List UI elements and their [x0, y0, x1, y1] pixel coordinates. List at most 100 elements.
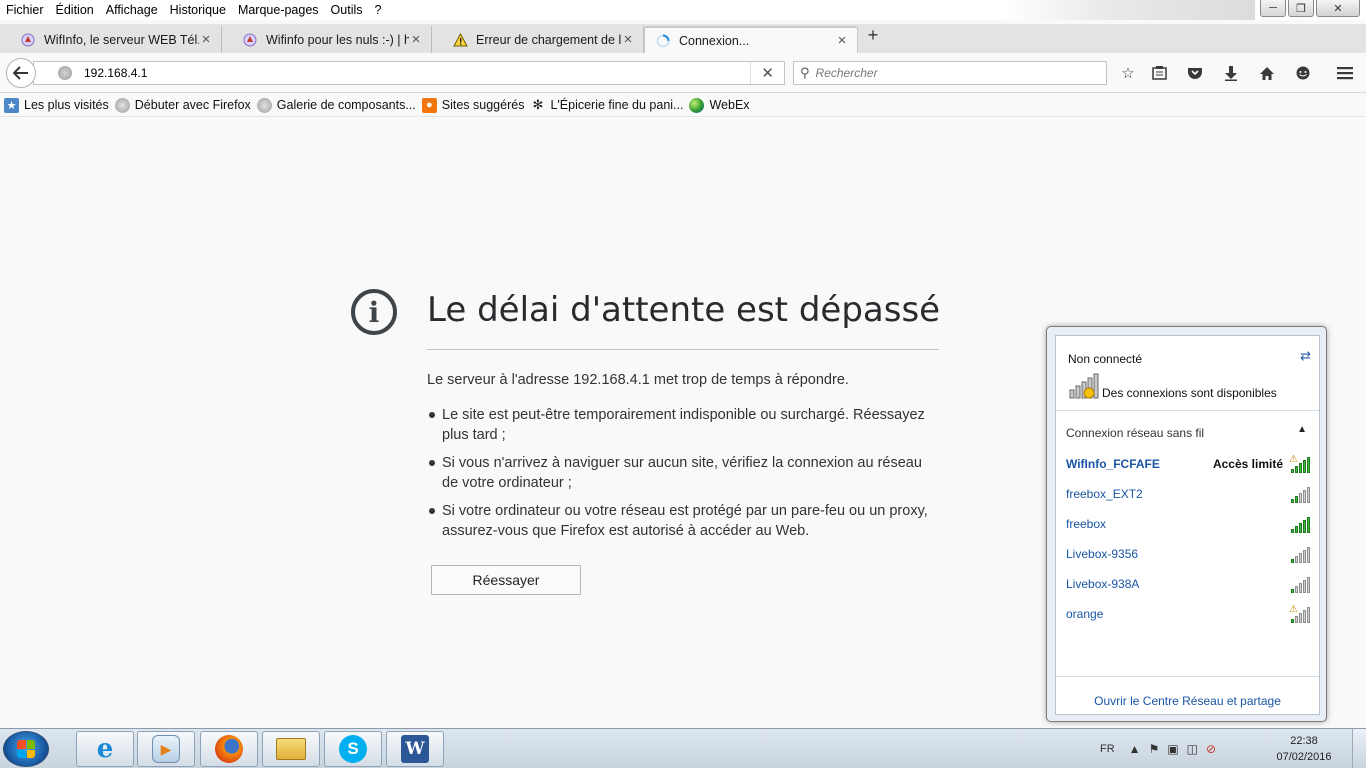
wifi-network-1[interactable]: freebox_EXT2: [1066, 482, 1311, 506]
menu-historique[interactable]: Historique: [164, 3, 232, 17]
tab-wifinfo-nuls[interactable]: Wifinfo pour les nuls :-) | h... ×: [222, 26, 432, 53]
error-title: Le délai d'attente est dépassé: [427, 290, 941, 330]
downloads-icon[interactable]: [1220, 63, 1242, 83]
tab-label: WifInfo, le serveur WEB Tél...: [44, 32, 199, 47]
info-icon: i: [351, 289, 397, 335]
warning-shield-icon: ⚠: [1289, 604, 1298, 615]
start-button[interactable]: [3, 731, 49, 767]
menu-marque-pages[interactable]: Marque-pages: [232, 3, 325, 17]
refresh-networks-icon[interactable]: ⇄: [1300, 348, 1311, 364]
clock-time: 22:38: [1290, 735, 1318, 747]
epicerie-favicon: ✻: [532, 97, 544, 112]
bookmarks-menu-icon[interactable]: [1148, 63, 1170, 83]
search-bar[interactable]: ⚲ Rechercher: [793, 61, 1107, 85]
minimize-icon: ─: [1269, 2, 1277, 14]
connection-status: Non connecté: [1068, 352, 1143, 366]
menu-aide[interactable]: ?: [369, 3, 388, 17]
wifi-flyout: Non connecté ⇄ Des connexions sont dispo…: [1046, 326, 1327, 722]
wifi-network-5[interactable]: orange ⚠: [1066, 602, 1311, 626]
network-name: freebox_EXT2: [1066, 487, 1143, 501]
open-network-center-link[interactable]: Ouvrir le Centre Réseau et partage: [1056, 694, 1319, 708]
menu-edition[interactable]: Édition: [50, 3, 100, 17]
globe-icon: [114, 97, 130, 113]
site-identity-icon[interactable]: [58, 66, 72, 80]
tab-wifinfo-serveur[interactable]: WifInfo, le serveur WEB Tél... ×: [0, 26, 222, 53]
taskbar-media-player[interactable]: ▶: [137, 731, 195, 767]
signal-strength-icon: [1289, 544, 1311, 564]
bookmark-les-plus-visites[interactable]: ★ Les plus visités: [4, 97, 109, 113]
new-tab-button[interactable]: +: [862, 25, 884, 46]
stop-icon[interactable]: ✕: [761, 64, 774, 82]
taskbar-skype[interactable]: S: [324, 731, 382, 767]
bookmark-galerie-composants[interactable]: Galerie de composants...: [256, 97, 416, 113]
language-indicator[interactable]: FR: [1100, 743, 1115, 755]
pocket-icon[interactable]: [1184, 63, 1206, 83]
url-text[interactable]: 192.168.4.1: [84, 66, 750, 80]
bookmark-webex[interactable]: WebEx: [689, 97, 750, 113]
signal-strength-icon: ⚠: [1289, 454, 1311, 474]
signal-strength-icon: [1289, 574, 1311, 594]
tab-strip: WifInfo, le serveur WEB Tél... × Wifinfo…: [0, 24, 1366, 53]
suggestion-item: Le site est peut-être temporairement ind…: [427, 405, 942, 445]
menu-outils[interactable]: Outils: [325, 3, 369, 17]
hello-chat-icon[interactable]: [1292, 63, 1314, 83]
bookmark-debuter-firefox[interactable]: Débuter avec Firefox: [114, 97, 251, 113]
network-name: Livebox-938A: [1066, 577, 1140, 591]
network-tray-icon[interactable]: ⊘: [1206, 742, 1216, 756]
home-icon[interactable]: [1256, 63, 1278, 83]
divider: [427, 349, 939, 350]
restore-button[interactable]: ❐: [1288, 0, 1314, 17]
taskbar: e ▶ S W FR ▲ ⚑ ▣ ◫ ⊘ 22:38 07/02/2016: [0, 728, 1366, 768]
display-icon[interactable]: ▣: [1167, 742, 1178, 756]
collapse-chevron-icon[interactable]: ▲: [1297, 424, 1307, 435]
network-name: Livebox-9356: [1066, 547, 1139, 561]
action-center-flag-icon[interactable]: ⚑: [1149, 742, 1160, 756]
tab-close-icon[interactable]: ×: [835, 32, 849, 49]
menu-fichier[interactable]: Fichier: [0, 3, 50, 17]
wifi-network-2[interactable]: freebox: [1066, 512, 1311, 536]
navigation-bar: 192.168.4.1 ✕ ⚲ Rechercher ☆: [0, 53, 1366, 93]
webex-icon: [689, 97, 705, 113]
bookmark-folder-icon: ★: [4, 97, 19, 113]
taskbar-internet-explorer[interactable]: e: [76, 731, 134, 767]
tab-close-icon[interactable]: ×: [409, 31, 423, 48]
bookmark-sites-suggeres[interactable]: ● Sites suggérés: [421, 97, 524, 113]
taskbar-firefox[interactable]: [200, 731, 258, 767]
skype-icon: S: [339, 735, 367, 763]
signal-strength-icon: ⚠: [1289, 604, 1311, 624]
url-bar[interactable]: 192.168.4.1 ✕: [33, 61, 785, 85]
tab-close-icon[interactable]: ×: [199, 31, 213, 48]
wifi-network-4[interactable]: Livebox-938A: [1066, 572, 1311, 596]
hamburger-menu-icon[interactable]: [1334, 63, 1356, 83]
menu-affichage[interactable]: Affichage: [100, 3, 164, 17]
power-icon[interactable]: ◫: [1187, 742, 1198, 756]
loading-spinner-icon: [655, 33, 671, 49]
network-status: Accès limité: [1212, 457, 1283, 471]
titlebar-background: [1005, 0, 1255, 20]
signal-strength-icon: [1289, 514, 1311, 534]
tab-connexion[interactable]: Connexion... ×: [644, 26, 858, 53]
taskbar-file-explorer[interactable]: [262, 731, 320, 767]
taskbar-word[interactable]: W: [386, 731, 444, 767]
wifi-network-3[interactable]: Livebox-9356: [1066, 542, 1311, 566]
minimize-button[interactable]: ─: [1260, 0, 1286, 17]
wifi-flyout-body: Non connecté ⇄ Des connexions sont dispo…: [1055, 335, 1320, 715]
signal-strength-icon: [1289, 484, 1311, 504]
show-desktop-button[interactable]: [1352, 729, 1366, 768]
bookmark-star-icon[interactable]: ☆: [1117, 63, 1139, 83]
tab-close-icon[interactable]: ×: [621, 31, 635, 48]
word-icon: W: [401, 735, 429, 763]
tab-erreur-chargement[interactable]: Erreur de chargement de la... ×: [432, 26, 644, 53]
bookmark-label: WebEx: [709, 98, 750, 112]
bookmark-epicerie-fine[interactable]: ✻ L'Épicerie fine du pani...: [530, 97, 684, 113]
retry-button[interactable]: Réessayer: [431, 565, 581, 595]
clock[interactable]: 22:38 07/02/2016: [1268, 733, 1340, 765]
clock-date: 07/02/2016: [1276, 751, 1332, 763]
error-suggestions: Le site est peut-être temporairement ind…: [427, 405, 942, 549]
close-window-button[interactable]: ✕: [1316, 0, 1360, 17]
tab-label: Erreur de chargement de la...: [476, 32, 621, 47]
wifi-network-0[interactable]: WifInfo_FCFAFE Accès limité ⚠: [1066, 452, 1311, 476]
show-hidden-icons-icon[interactable]: ▲: [1129, 742, 1141, 756]
back-button[interactable]: [6, 58, 36, 88]
tab-label: Wifinfo pour les nuls :-) | h...: [266, 32, 409, 47]
